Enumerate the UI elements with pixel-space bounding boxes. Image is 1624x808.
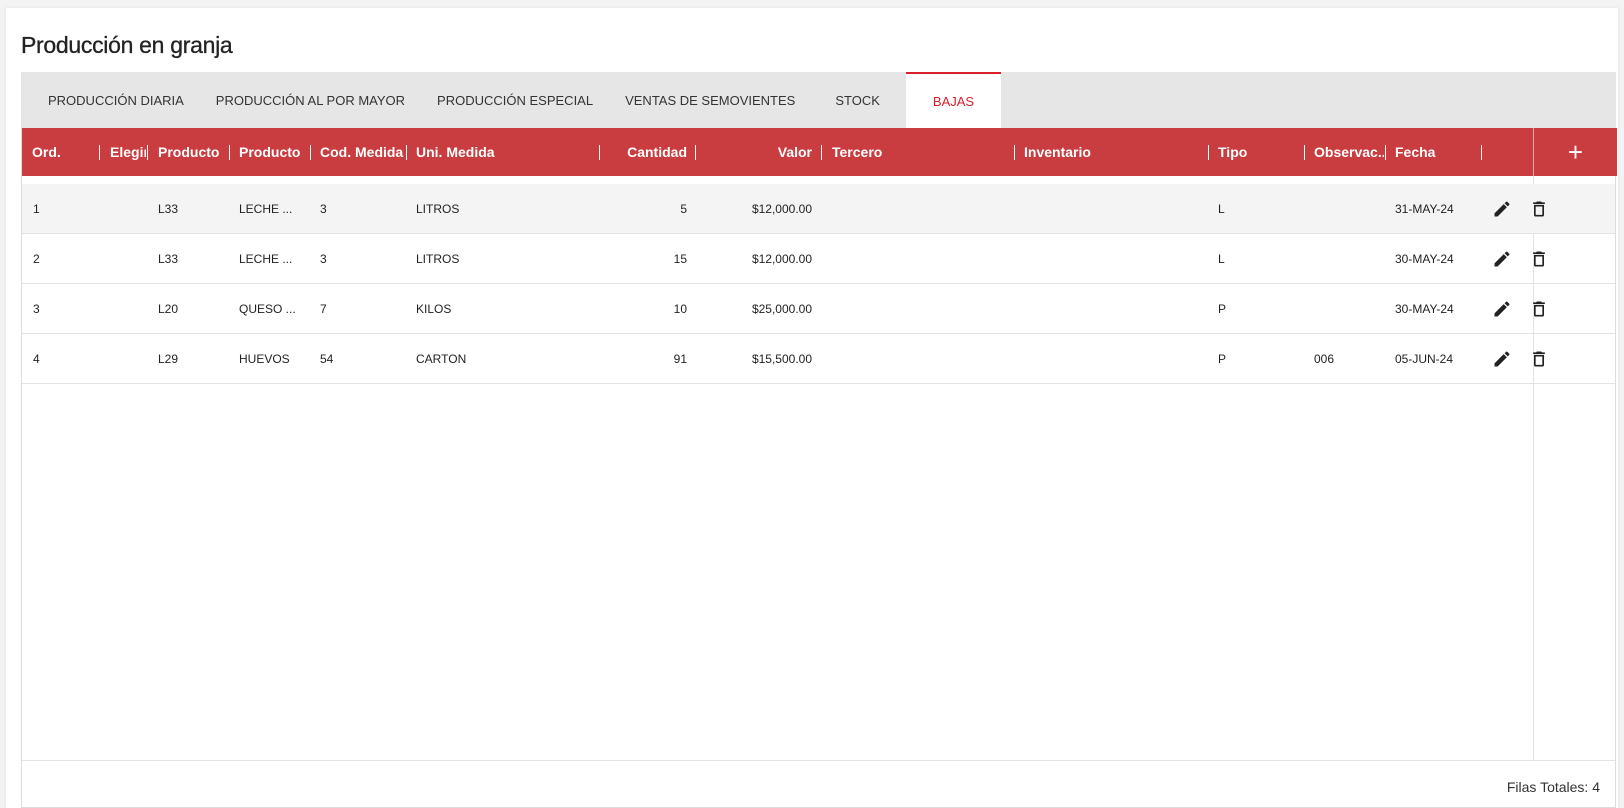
col-header-producto-cod[interactable]: Producto [158, 128, 228, 176]
col-resize-handle[interactable] [1304, 145, 1305, 160]
cell-cod-medida: 54 [320, 352, 334, 366]
col-header-observaciones[interactable]: Observac... [1314, 128, 1384, 176]
trash-icon[interactable] [1529, 299, 1549, 319]
cell-cod-medida: 7 [320, 302, 327, 316]
cell-producto-nombre: LECHE ... [239, 202, 293, 216]
trash-icon[interactable] [1529, 199, 1549, 219]
cell-valor: $25,000.00 [751, 302, 812, 316]
total-rows-count: Filas Totales: 4 [1506, 779, 1600, 795]
col-header-producto-nombre[interactable]: Producto [239, 128, 309, 176]
cell-cantidad: 91 [673, 352, 687, 366]
trash-icon[interactable] [1529, 249, 1549, 269]
cell-ord: 1 [33, 202, 40, 216]
col-header-elegir[interactable]: Elegir [110, 128, 146, 176]
table-row[interactable]: 1 L33 LECHE ... 3 LITROS 5 $12,000.00 L … [22, 184, 1615, 234]
col-resize-handle[interactable] [821, 145, 822, 160]
col-resize-handle[interactable] [99, 145, 100, 160]
cell-producto-nombre: HUEVOS [239, 352, 290, 366]
cell-producto-cod: L33 [158, 202, 179, 216]
cell-cantidad: 5 [680, 202, 687, 216]
cell-valor: $12,000.00 [751, 202, 812, 216]
tab-ventas-de-semovientes[interactable]: VENTAS DE SEMOVIENTES [609, 72, 811, 128]
cell-ord: 2 [33, 252, 40, 266]
col-resize-handle[interactable] [1481, 145, 1482, 160]
grid-header: Ord. Elegir Producto Producto Cod. Medid… [22, 128, 1617, 176]
tab-bar: PRODUCCIÓN DIARIA PRODUCCIÓN AL POR MAYO… [21, 72, 1616, 128]
table-row[interactable]: 3 L20 QUESO ... 7 KILOS 10 $25,000.00 P … [22, 284, 1615, 334]
page-title: Producción en granja [21, 32, 233, 58]
cell-producto-nombre: LECHE ... [239, 252, 293, 266]
col-resize-handle[interactable] [1208, 145, 1209, 160]
col-header-ord[interactable]: Ord. [32, 128, 92, 176]
col-header-uni-medida[interactable]: Uni. Medida [416, 128, 566, 176]
cell-fecha: 05-JUN-24 [1395, 352, 1454, 366]
table-row[interactable]: 2 L33 LECHE ... 3 LITROS 15 $12,000.00 L… [22, 234, 1615, 284]
col-header-tercero[interactable]: Tercero [832, 128, 982, 176]
plus-icon: + [1567, 137, 1584, 167]
cell-tipo: L [1218, 252, 1225, 266]
col-resize-handle[interactable] [1014, 145, 1015, 160]
pencil-icon[interactable] [1492, 299, 1512, 319]
cell-ord: 3 [33, 302, 40, 316]
cell-valor: $15,500.00 [751, 352, 812, 366]
trash-icon[interactable] [1529, 349, 1549, 369]
cell-uni-medida: LITROS [416, 202, 460, 216]
cell-cod-medida: 3 [320, 252, 327, 266]
cell-ord: 4 [33, 352, 40, 366]
col-header-cod-medida[interactable]: Cod. Medida [320, 128, 406, 176]
grid-footer: Filas Totales: 4 [22, 760, 1615, 807]
cell-fecha: 30-MAY-24 [1395, 302, 1454, 316]
col-header-valor[interactable]: Valor [722, 128, 812, 176]
cell-uni-medida: CARTON [416, 352, 467, 366]
page-container: Producción en granja PRODUCCIÓN DIARIA P… [6, 8, 1618, 808]
cell-observaciones: 006 [1314, 352, 1335, 366]
cell-cantidad: 15 [673, 252, 687, 266]
cell-producto-cod: L29 [158, 352, 179, 366]
col-resize-handle[interactable] [310, 145, 311, 160]
col-resize-handle[interactable] [599, 145, 600, 160]
cell-cod-medida: 3 [320, 202, 327, 216]
cell-tipo: P [1218, 352, 1227, 366]
tab-produccion-diaria[interactable]: PRODUCCIÓN DIARIA [32, 72, 200, 128]
col-header-tipo[interactable]: Tipo [1218, 128, 1288, 176]
table-row[interactable]: 4 L29 HUEVOS 54 CARTON 91 $15,500.00 P 0… [22, 334, 1615, 384]
cell-producto-nombre: QUESO ... [239, 302, 296, 316]
col-header-fecha[interactable]: Fecha [1395, 128, 1475, 176]
cell-fecha: 31-MAY-24 [1395, 202, 1454, 216]
col-resize-handle[interactable] [406, 145, 407, 160]
col-header-inventario[interactable]: Inventario [1024, 128, 1174, 176]
cell-producto-cod: L20 [158, 302, 179, 316]
add-row-button[interactable]: + [1533, 128, 1617, 176]
cell-producto-cod: L33 [158, 252, 179, 266]
cell-cantidad: 10 [673, 302, 687, 316]
cell-uni-medida: LITROS [416, 252, 460, 266]
tab-bajas[interactable]: BAJAS [905, 72, 1002, 128]
pencil-icon[interactable] [1492, 199, 1512, 219]
col-resize-handle[interactable] [1385, 145, 1386, 160]
pencil-icon[interactable] [1492, 249, 1512, 269]
cell-tipo: P [1218, 302, 1227, 316]
tab-produccion-especial[interactable]: PRODUCCIÓN ESPECIAL [421, 72, 609, 128]
cell-uni-medida: KILOS [416, 302, 452, 316]
cell-tipo: L [1218, 202, 1225, 216]
pencil-icon[interactable] [1492, 349, 1512, 369]
tab-produccion-al-por-mayor[interactable]: PRODUCCIÓN AL POR MAYOR [200, 72, 421, 128]
col-resize-handle[interactable] [147, 145, 148, 160]
cell-valor: $12,000.00 [751, 252, 812, 266]
data-grid: Ord. Elegir Producto Producto Cod. Medid… [21, 128, 1617, 808]
col-resize-handle[interactable] [695, 145, 696, 160]
cell-fecha: 30-MAY-24 [1395, 252, 1454, 266]
col-resize-handle[interactable] [229, 145, 230, 160]
col-header-cantidad[interactable]: Cantidad [612, 128, 687, 176]
tab-stock[interactable]: STOCK [811, 72, 906, 128]
